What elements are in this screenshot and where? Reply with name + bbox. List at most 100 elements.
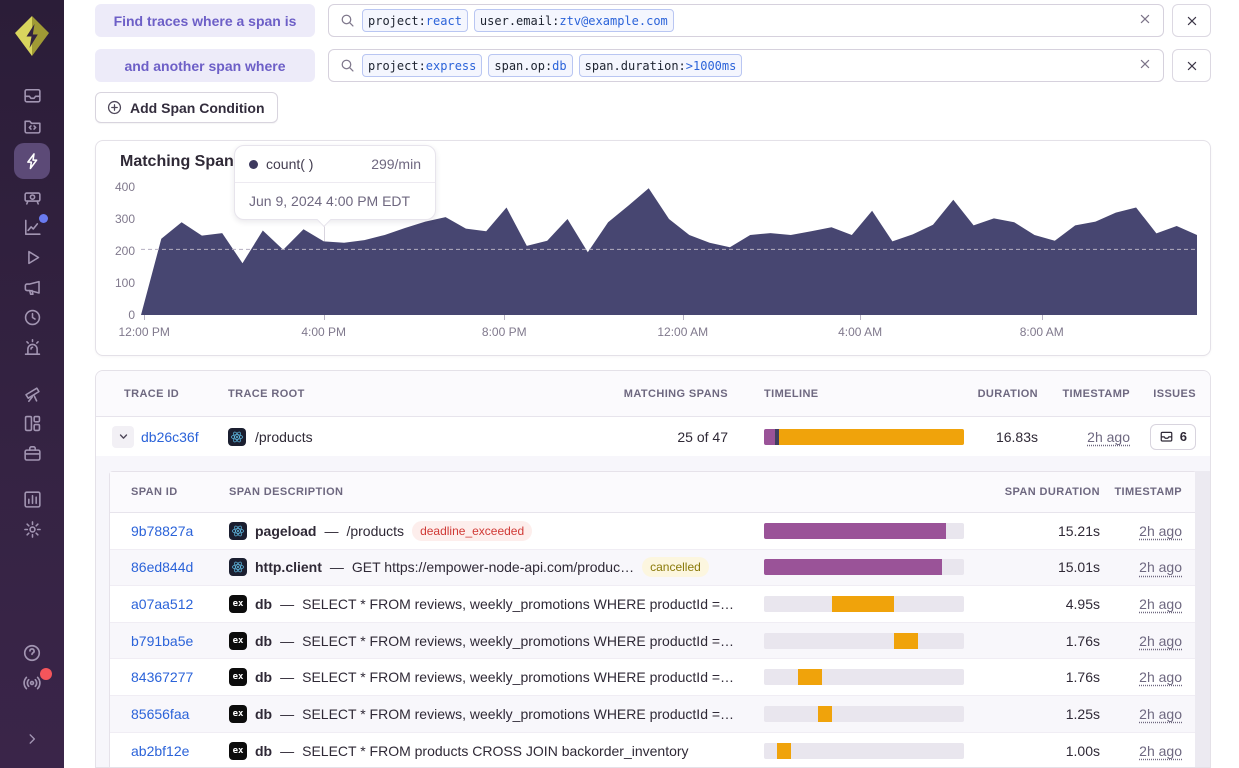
express-platform-icon: ex	[229, 668, 247, 686]
traces-table-header: TRACE IDTRACE ROOTMATCHING SPANSTIMELINE…	[96, 371, 1210, 417]
trace-row[interactable]: db26c36f /products 25 of 47 16.83s 2h ag…	[96, 417, 1210, 456]
span-row[interactable]: b791ba5eexdb—SELECT * FROM reviews, week…	[110, 623, 1196, 660]
react-platform-icon	[229, 522, 247, 540]
sidebar-item-feedback[interactable]	[14, 272, 50, 302]
span-timestamp[interactable]: 2h ago	[1139, 523, 1182, 539]
sidebar-item-projects[interactable]	[14, 438, 50, 468]
span-description: /products	[346, 523, 404, 539]
token-value: express	[426, 59, 477, 73]
timeline-segment	[764, 429, 775, 445]
span-op: db	[255, 743, 272, 759]
timeline-segment	[894, 633, 918, 649]
issues-count-badge[interactable]: 6	[1150, 424, 1196, 450]
add-span-condition-button[interactable]: Add Span Condition	[95, 92, 278, 123]
sidebar-item-releases[interactable]	[14, 242, 50, 272]
span-timestamp[interactable]: 2h ago	[1139, 633, 1182, 649]
trace-timestamp[interactable]: 2h ago	[1087, 429, 1130, 445]
column-header: SPAN ID	[110, 486, 229, 498]
sidebar-item-crons[interactable]	[14, 302, 50, 332]
filter-token[interactable]: span.op:db	[488, 54, 572, 77]
span-filter-search-input[interactable]: project:react user.email:ztv@example.com	[328, 4, 1164, 37]
telescope-icon	[22, 383, 43, 404]
help-icon	[21, 642, 43, 664]
filter-token[interactable]: span.duration:>1000ms	[579, 54, 743, 77]
condition-label: Find traces where a span is	[95, 4, 315, 37]
token-key: project:	[368, 59, 426, 73]
code-folder-icon	[22, 115, 43, 136]
span-timestamp[interactable]: 2h ago	[1139, 596, 1182, 612]
separator: —	[280, 596, 294, 612]
column-header: TRACE ID	[96, 388, 228, 400]
search-icon	[339, 57, 356, 74]
matching-spans-chart-panel: Matching Spans 4003002001000 12:00 PM4:0…	[95, 140, 1211, 356]
column-header: TRACE ROOT	[228, 388, 618, 400]
span-description: SELECT * FROM products CROSS JOIN backor…	[302, 743, 688, 759]
x-axis-tick	[683, 315, 684, 320]
span-id-link[interactable]: 85656faa	[131, 706, 189, 722]
span-id-link[interactable]: b791ba5e	[131, 633, 193, 649]
span-timeline-bar	[764, 596, 964, 612]
sidebar-item-whats-new[interactable]	[14, 668, 50, 698]
span-id-link[interactable]: ab2bf12e	[131, 743, 189, 759]
sidebar-item-stats[interactable]	[14, 484, 50, 514]
span-row[interactable]: 9b78827apageload—/productsdeadline_excee…	[110, 513, 1196, 550]
sidebar-item-discover[interactable]	[14, 378, 50, 408]
span-timestamp[interactable]: 2h ago	[1139, 669, 1182, 685]
span-row[interactable]: 84367277exdb—SELECT * FROM reviews, week…	[110, 659, 1196, 696]
sidebar-item-dashboards[interactable]	[14, 408, 50, 438]
y-axis-tick-label: 200	[99, 244, 135, 258]
column-header: TIMELINE	[728, 388, 964, 400]
token-key: span.op:	[494, 59, 552, 73]
span-filter-search-input[interactable]: project:express span.op:db span.duration:>…	[328, 49, 1164, 82]
delete-condition-button[interactable]	[1172, 49, 1211, 82]
collapse-trace-button[interactable]	[112, 426, 134, 448]
sidebar-item-explore[interactable]	[14, 110, 50, 140]
span-op: db	[255, 596, 272, 612]
express-platform-icon: ex	[229, 632, 247, 650]
column-header: MATCHING SPANS	[618, 388, 728, 400]
react-platform-icon	[228, 428, 246, 446]
sidebar-item-collapse[interactable]	[14, 724, 50, 754]
sidebar-item-issues[interactable]	[14, 80, 50, 110]
traces-table-panel: TRACE IDTRACE ROOTMATCHING SPANSTIMELINE…	[95, 370, 1211, 768]
span-row[interactable]: 86ed844dhttp.client—GET https://empower-…	[110, 550, 1196, 587]
token-key: project:	[368, 14, 426, 28]
search-icon	[339, 12, 356, 29]
clear-search-icon[interactable]	[1137, 56, 1153, 77]
span-id-link[interactable]: a07aa512	[131, 596, 193, 612]
clock-icon	[22, 307, 43, 328]
span-duration: 1.25s	[964, 706, 1100, 722]
timeline-segment	[832, 596, 894, 612]
column-header: SPAN DESCRIPTION	[229, 486, 764, 498]
megaphone-icon	[22, 277, 43, 298]
trace-timeline-bar	[764, 429, 964, 445]
span-id-link[interactable]: 86ed844d	[131, 559, 193, 575]
matching-spans-count: 25 of 47	[618, 429, 728, 445]
span-row[interactable]: ab2bf12eexdb—SELECT * FROM products CROS…	[110, 733, 1196, 768]
separator: —	[280, 669, 294, 685]
span-timestamp[interactable]: 2h ago	[1139, 743, 1182, 759]
sidebar-item-settings[interactable]	[14, 514, 50, 544]
filter-token[interactable]: project:express	[362, 54, 482, 77]
sidebar-item-help[interactable]	[14, 638, 50, 668]
separator: —	[280, 633, 294, 649]
span-id-link[interactable]: 9b78827a	[131, 523, 193, 539]
delete-condition-button[interactable]	[1172, 4, 1211, 37]
sidebar-item-performance[interactable]	[14, 212, 50, 242]
separator: —	[280, 743, 294, 759]
span-timestamp[interactable]: 2h ago	[1139, 706, 1182, 722]
span-timestamp[interactable]: 2h ago	[1139, 559, 1182, 575]
sidebar-item-insights[interactable]	[14, 182, 50, 212]
subtable-scrollbar[interactable]	[1195, 471, 1210, 768]
span-row[interactable]: 85656faaexdb—SELECT * FROM reviews, week…	[110, 696, 1196, 733]
filter-token[interactable]: user.email:ztv@example.com	[474, 9, 674, 32]
sidebar-item-alerts[interactable]	[14, 332, 50, 362]
clear-search-icon[interactable]	[1137, 11, 1153, 32]
filter-token[interactable]: project:react	[362, 9, 468, 32]
sidebar-item-traces[interactable]	[14, 143, 50, 179]
trace-id-link[interactable]: db26c36f	[141, 429, 199, 445]
span-row[interactable]: a07aa512exdb—SELECT * FROM reviews, week…	[110, 586, 1196, 623]
span-description: SELECT * FROM reviews, weekly_promotions…	[302, 596, 734, 612]
sentry-diamond-logo[interactable]	[13, 14, 51, 58]
span-id-link[interactable]: 84367277	[131, 669, 193, 685]
